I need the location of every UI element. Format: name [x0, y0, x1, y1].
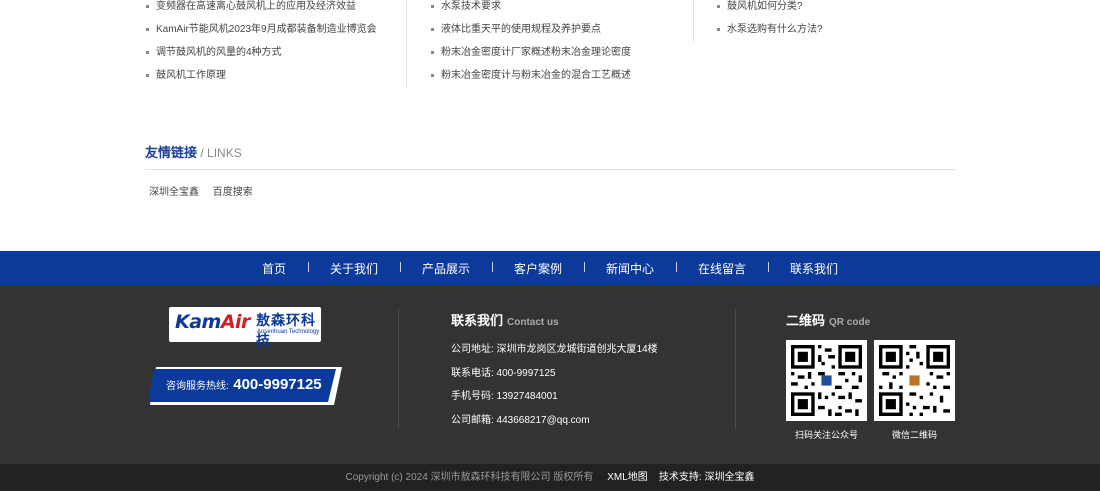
news-item[interactable]: 粉末冶金密度计与粉末冶金的混合工艺概述: [430, 64, 694, 87]
links-title-cn: 友情链接: [145, 145, 198, 160]
news-item[interactable]: 调节鼓风机的风量的4种方式: [145, 41, 406, 64]
contact-mobile: 手机号码: 13927484001: [451, 391, 558, 402]
link-item[interactable]: 百度搜索: [213, 187, 253, 198]
news-item[interactable]: KamAir节能风机2023年9月成都装备制造业博览会: [145, 18, 406, 41]
nav-item-about[interactable]: 关于我们: [307, 260, 400, 277]
hotline-label: 咨询服务热线:: [166, 381, 229, 392]
qr-caption: 扫码关注公众号: [794, 430, 858, 440]
nav-item-message[interactable]: 在线留言: [676, 260, 768, 277]
logo-en: Aosenhuan Technology: [257, 329, 320, 335]
footer-divider: [398, 308, 399, 429]
links-title: 友情链接 / LINKS: [145, 142, 242, 161]
contact-phone: 联系电话: 400-9997125: [451, 367, 556, 379]
links-title-en: / LINKS: [197, 146, 242, 160]
news-column-2: 水泵技术要求 液体比重天平的使用规程及养护要点 粉末冶金密度计厂家概述粉末冶金理…: [430, 0, 694, 88]
news-item[interactable]: 粉末冶金密度计厂家概述粉末冶金理论密度: [430, 41, 694, 64]
column-divider: [693, 0, 694, 42]
links-list: 深圳全宝鑫 百度搜索: [149, 183, 264, 198]
nav-item-products[interactable]: 产品展示: [399, 260, 492, 277]
news-item[interactable]: 鼓风机如何分类?: [716, 0, 956, 18]
news-section: 变频器在高速离心鼓风机上的应用及经济效益 KamAir节能风机2023年9月成都…: [0, 0, 1100, 95]
footer-nav: 首页 关于我们 产品展示 客户案例 新闻中心 在线留言 联系我们: [0, 251, 1100, 285]
logo-mark: KamAir: [175, 311, 250, 333]
hotline-badge: 咨询服务热线: 400-9997125: [150, 367, 342, 405]
xml-sitemap-link[interactable]: XML地图: [607, 472, 648, 483]
nav-item-cases[interactable]: 客户案例: [491, 260, 584, 277]
footer-divider: [735, 308, 736, 429]
nav-item-contact[interactable]: 联系我们: [768, 260, 860, 277]
qr-code-official-account: [786, 340, 867, 421]
news-item[interactable]: 液体比重天平的使用规程及养护要点: [430, 18, 694, 41]
nav-item-home[interactable]: 首页: [240, 260, 308, 277]
contact-title: 联系我们 Contact us: [451, 313, 559, 328]
qr-caption: 微信二维码: [891, 430, 937, 440]
news-item[interactable]: 水泵选购有什么方法?: [716, 18, 956, 41]
qr-code-wechat: [874, 340, 955, 421]
qr-code-image: [879, 345, 950, 416]
qr-code-image: [791, 345, 862, 416]
hotline-number: 400-9997125: [233, 376, 322, 393]
footer: KamAir 敖森环科技 Aosenhuan Technology 咨询服务热线…: [0, 285, 1100, 464]
tech-support-link[interactable]: 技术支持: 深圳全宝鑫: [659, 472, 755, 483]
contact-list: 公司地址: 深圳市龙岗区龙城街道创兆大厦14楼 联系电话: 400-999712…: [451, 343, 658, 437]
contact-address: 公司地址: 深圳市龙岗区龙城街道创兆大厦14楼: [451, 344, 658, 355]
news-column-3: 鼓风机如何分类? 水泵选购有什么方法?: [716, 0, 956, 42]
company-logo[interactable]: KamAir 敖森环科技 Aosenhuan Technology: [169, 307, 321, 348]
links-divider: [145, 169, 956, 170]
qr-title: 二维码 QR code: [786, 313, 871, 328]
link-item[interactable]: 深圳全宝鑫: [149, 187, 199, 198]
news-column-1: 变频器在高速离心鼓风机上的应用及经济效益 KamAir节能风机2023年9月成都…: [145, 0, 407, 88]
news-item[interactable]: 水泵技术要求: [430, 0, 694, 18]
page: 变频器在高速离心鼓风机上的应用及经济效益 KamAir节能风机2023年9月成都…: [0, 0, 1100, 491]
nav-item-news[interactable]: 新闻中心: [584, 260, 676, 277]
copyright-text: Copyright (c) 2024 深圳市敖森环科技有限公司 版权所有: [345, 472, 594, 483]
news-item[interactable]: 鼓风机工作原理: [145, 64, 406, 87]
copyright-bar: Copyright (c) 2024 深圳市敖森环科技有限公司 版权所有 XML…: [0, 464, 1100, 491]
contact-email: 公司邮箱: 443668217@qq.com: [451, 414, 590, 426]
news-item[interactable]: 变频器在高速离心鼓风机上的应用及经济效益: [145, 0, 406, 18]
